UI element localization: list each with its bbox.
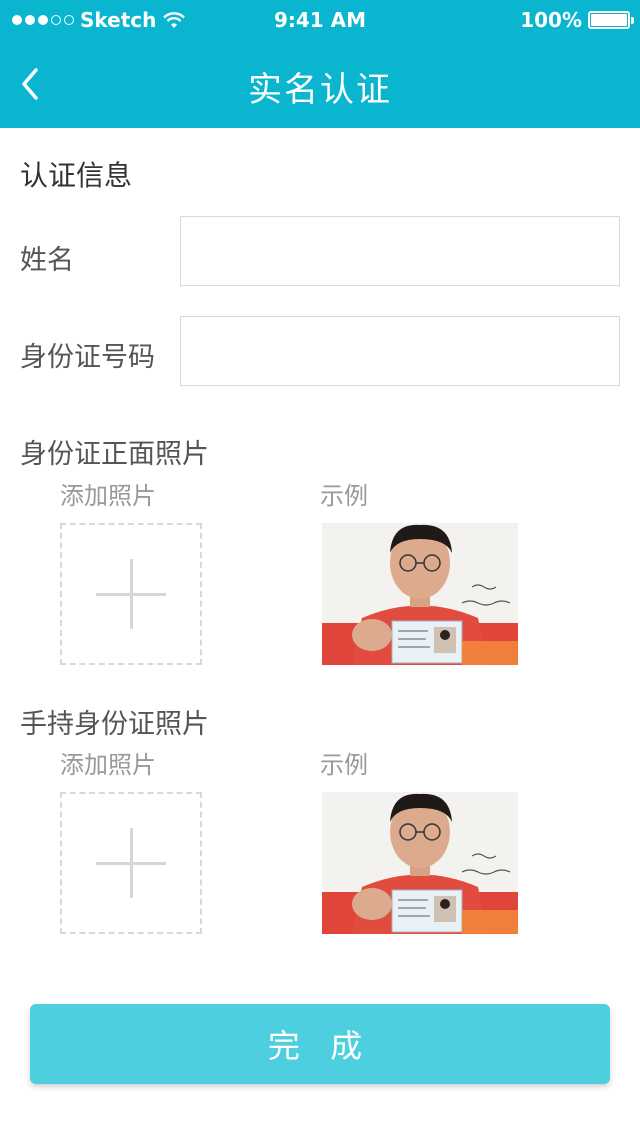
id-front-add-label: 添加照片 (60, 482, 156, 510)
battery-icon (588, 11, 634, 29)
plus-icon (62, 794, 200, 932)
id-handheld-example-label: 示例 (320, 751, 368, 779)
page-title: 实名认证 (248, 70, 392, 110)
battery-percent: 100% (520, 8, 582, 32)
status-bar: Sketch 9:41 AM 100% (0, 0, 640, 40)
id-number-input[interactable] (180, 316, 620, 386)
id-handheld-add-label: 添加照片 (60, 751, 156, 779)
app-header: Sketch 9:41 AM 100% 实名认证 (0, 0, 640, 128)
id-handheld-title: 手持身份证照片 (20, 709, 209, 740)
id-front-title: 身份证正面照片 (20, 439, 209, 470)
id-handheld-add-photo-button[interactable] (60, 792, 202, 934)
status-right: 100% (520, 8, 634, 32)
section-title-auth-info: 认证信息 (20, 159, 133, 192)
id-handheld-example-image (322, 792, 518, 934)
name-input[interactable] (180, 216, 620, 286)
name-label: 姓名 (20, 245, 74, 276)
id-number-label: 身份证号码 (20, 342, 155, 373)
id-front-add-photo-button[interactable] (60, 523, 202, 665)
plus-icon (62, 525, 200, 663)
submit-button[interactable]: 完 成 (30, 1004, 610, 1084)
id-front-example-label: 示例 (320, 482, 368, 510)
example-photo-illustration (322, 792, 518, 934)
id-front-example-image (322, 523, 518, 665)
navigation-bar: 实名认证 (0, 40, 640, 128)
example-photo-illustration (322, 523, 518, 665)
